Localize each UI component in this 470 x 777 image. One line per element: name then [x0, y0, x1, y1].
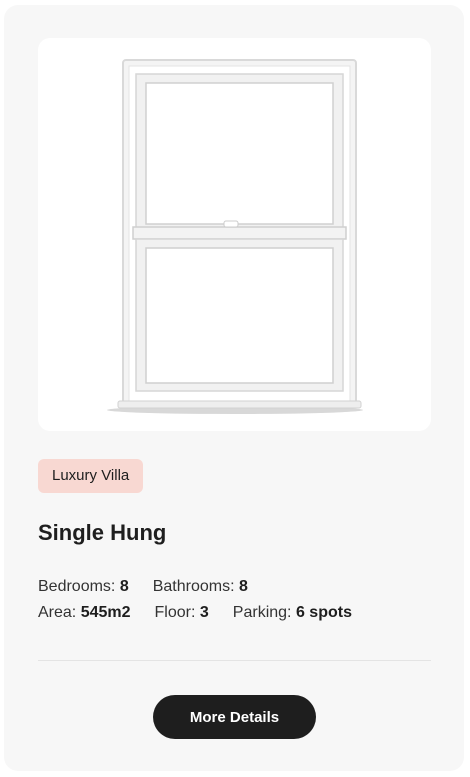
category-badge: Luxury Villa [38, 459, 144, 493]
more-details-button[interactable]: More Details [153, 695, 316, 739]
property-specs: Bedrooms: 8 Bathrooms: 8 Area: 545m2 Floor… [38, 576, 438, 628]
spec-label: Floor: [154, 604, 196, 621]
spec-floor: Floor: 3 [155, 602, 209, 624]
spec-bedrooms: Bedrooms: 8 [38, 576, 129, 598]
window-illustration [107, 59, 363, 414]
spec-label: Bedrooms: [38, 578, 116, 595]
divider [38, 660, 431, 661]
spec-label: Area: [38, 604, 77, 621]
specs-row: Area: 545m2 Floor: 3 Parking: 6 spots [38, 602, 438, 628]
property-card: Luxury Villa Single Hung Bedrooms: 8 Bath… [4, 5, 464, 771]
property-title: Single Hung [38, 520, 167, 545]
spec-value: 3 [199, 604, 209, 621]
spec-label: Bathrooms: [152, 578, 235, 595]
spec-parking: Parking: 6 spots [233, 602, 352, 624]
specs-row: Bedrooms: 8 Bathrooms: 8 [38, 576, 438, 602]
product-image [38, 38, 431, 431]
spec-bathrooms: Bathrooms: 8 [153, 576, 248, 598]
spec-value: 8 [119, 578, 129, 595]
spec-value: 6 spots [295, 604, 352, 621]
spec-area: Area: 545m2 [38, 602, 131, 624]
spec-value: 545m2 [80, 604, 131, 621]
spec-label: Parking: [232, 604, 292, 621]
spec-value: 8 [239, 578, 248, 595]
